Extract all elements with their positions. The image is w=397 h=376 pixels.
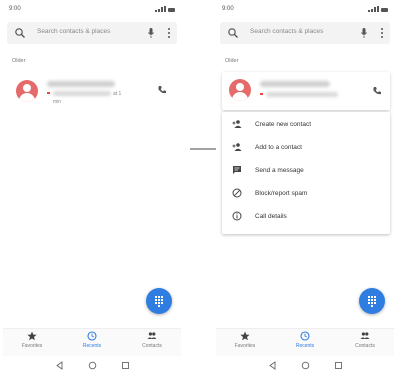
menu-item-label: Call details xyxy=(255,213,287,220)
phone-screen-before: 9:00 Search contacts & places Older at 1… xyxy=(3,0,181,376)
star-icon xyxy=(240,331,250,341)
menu-item-label: Create new contact xyxy=(255,121,312,128)
microphone-icon[interactable] xyxy=(147,27,155,39)
section-label: Older xyxy=(12,58,26,64)
search-icon xyxy=(15,28,25,38)
add-person-icon xyxy=(232,120,242,128)
home-icon[interactable] xyxy=(301,361,310,370)
overview-icon[interactable] xyxy=(121,361,130,370)
home-icon[interactable] xyxy=(88,361,97,370)
search-placeholder: Search contacts & places xyxy=(250,28,324,35)
status-time: 9:00 xyxy=(9,6,21,12)
call-log-row-expanded[interactable] xyxy=(222,72,390,110)
tab-favorites[interactable]: Favorites xyxy=(7,331,57,349)
call-log-row[interactable]: at 1 min xyxy=(9,74,175,110)
people-icon xyxy=(147,332,157,339)
tab-contacts[interactable]: Contacts xyxy=(340,331,390,349)
status-time: 9:00 xyxy=(222,6,234,12)
tab-recents[interactable]: Recents xyxy=(67,331,117,349)
tab-recents-label: Recents xyxy=(295,343,315,349)
menu-item-block-report-spam[interactable]: Block/report spam xyxy=(222,182,390,205)
clock-icon xyxy=(300,331,310,341)
tab-contacts-label: Contacts xyxy=(142,343,162,349)
tab-favorites[interactable]: Favorites xyxy=(220,331,270,349)
call-meta-suffix: at 1 xyxy=(113,91,122,97)
bottom-navigation: Favorites Recents Contacts xyxy=(3,328,181,356)
dialpad-fab-button[interactable] xyxy=(359,288,385,314)
microphone-icon[interactable] xyxy=(360,27,368,39)
back-icon[interactable] xyxy=(268,361,277,370)
section-label: Older xyxy=(225,58,239,64)
system-navigation-bar xyxy=(3,356,181,376)
star-icon xyxy=(27,331,37,341)
tab-recents[interactable]: Recents xyxy=(280,331,330,349)
call-meta-unit: min xyxy=(53,99,62,105)
tab-contacts[interactable]: Contacts xyxy=(127,331,177,349)
call-actions-menu: Create new contact Add to a contact Send… xyxy=(222,112,390,234)
info-icon xyxy=(232,211,242,221)
avatar xyxy=(16,80,38,102)
blurred-call-info xyxy=(266,92,338,97)
status-bar: 9:00 xyxy=(3,4,181,16)
more-options-icon[interactable] xyxy=(167,28,171,38)
search-bar[interactable]: Search contacts & places xyxy=(7,22,177,44)
blurred-contact-name xyxy=(47,81,115,87)
status-bar: 9:00 xyxy=(216,4,394,16)
people-icon xyxy=(360,332,370,339)
menu-item-label: Send a message xyxy=(255,167,304,174)
blurred-call-info xyxy=(53,91,111,96)
menu-item-send-message[interactable]: Send a message xyxy=(222,159,390,182)
block-icon xyxy=(232,188,242,198)
menu-item-label: Block/report spam xyxy=(255,190,308,197)
dialpad-fab-button[interactable] xyxy=(146,288,172,314)
tab-favorites-label: Favorites xyxy=(21,343,43,349)
missed-call-indicator-icon xyxy=(47,92,50,94)
bottom-navigation: Favorites Recents Contacts xyxy=(216,328,394,356)
menu-item-call-details[interactable]: Call details xyxy=(222,205,390,228)
dialpad-icon xyxy=(155,296,163,307)
signal-battery-icon xyxy=(155,6,175,12)
system-navigation-bar xyxy=(216,356,394,376)
avatar xyxy=(229,79,251,101)
menu-item-create-new-contact[interactable]: Create new contact xyxy=(222,113,390,136)
tab-favorites-label: Favorites xyxy=(234,343,256,349)
menu-item-label: Add to a contact xyxy=(255,144,302,151)
signal-battery-icon xyxy=(368,6,388,12)
search-placeholder: Search contacts & places xyxy=(37,28,111,35)
overview-icon[interactable] xyxy=(334,361,343,370)
missed-call-indicator-icon xyxy=(260,93,263,95)
message-icon xyxy=(233,166,241,174)
more-options-icon[interactable] xyxy=(380,28,384,38)
tab-recents-label: Recents xyxy=(82,343,102,349)
tab-contacts-label: Contacts xyxy=(355,343,375,349)
menu-item-add-to-contact[interactable]: Add to a contact xyxy=(222,136,390,159)
phone-screen-after: 9:00 Search contacts & places Older Crea… xyxy=(216,0,394,376)
clock-icon xyxy=(87,331,97,341)
back-icon[interactable] xyxy=(55,361,64,370)
dialpad-icon xyxy=(368,296,376,307)
blurred-contact-name xyxy=(260,81,330,87)
search-icon xyxy=(228,28,238,38)
phone-call-icon[interactable] xyxy=(157,85,167,95)
phone-call-icon[interactable] xyxy=(372,86,382,96)
search-bar[interactable]: Search contacts & places xyxy=(220,22,390,44)
add-to-contact-icon xyxy=(232,143,242,151)
